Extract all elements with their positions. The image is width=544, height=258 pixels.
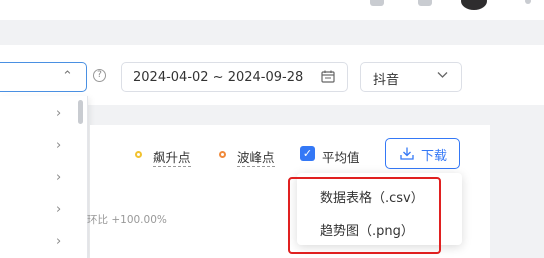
peak-point-legend-dot — [219, 151, 226, 158]
top-bar — [0, 0, 544, 20]
highlight-annotation — [288, 177, 441, 254]
peak-point-legend[interactable]: 波峰点 — [237, 147, 275, 167]
cascader-option[interactable]: › — [0, 234, 76, 254]
chevron-right-icon: › — [56, 138, 62, 153]
average-checkbox[interactable]: ✓ — [300, 146, 315, 161]
surge-point-legend[interactable]: 飙升点 — [153, 147, 191, 167]
calendar-icon — [321, 70, 335, 83]
category-cascader[interactable]: ⌃ — [0, 62, 87, 92]
surge-point-label: 飙升点 — [153, 150, 191, 167]
chevron-right-icon: › — [56, 106, 62, 121]
cascader-option[interactable]: › — [0, 138, 76, 158]
avatar[interactable] — [461, 0, 487, 10]
download-button-label: 下载 — [421, 149, 448, 164]
date-range-picker[interactable]: 2024-04-02 ~ 2024-09-28 — [121, 62, 348, 92]
chevron-right-icon: › — [56, 170, 62, 185]
more-icon[interactable] — [525, 0, 531, 4]
date-range-value: 2024-04-02 ~ 2024-09-28 — [133, 70, 304, 85]
chevron-up-icon: ⌃ — [62, 69, 73, 84]
toolbar-icon[interactable] — [370, 0, 384, 6]
menu-scrollbar[interactable] — [78, 100, 83, 124]
cascader-option[interactable]: › — [0, 106, 76, 126]
download-button[interactable]: 下载 — [385, 138, 460, 169]
chevron-right-icon: › — [56, 234, 62, 249]
cascader-menu: › › › › › — [0, 96, 88, 258]
platform-select[interactable]: 抖音 — [360, 62, 462, 92]
chevron-down-icon — [437, 72, 448, 78]
cascader-option[interactable]: › — [0, 202, 76, 222]
shield-icon[interactable] — [418, 0, 432, 6]
help-icon[interactable]: ? — [93, 69, 106, 82]
chevron-right-icon: › — [56, 202, 62, 217]
change-ratio-text: 环比 +100.00% — [87, 214, 167, 226]
download-icon — [400, 147, 414, 160]
platform-select-value: 抖音 — [373, 73, 400, 88]
cascader-option[interactable]: › — [0, 170, 76, 190]
surge-point-legend-dot — [135, 151, 142, 158]
average-label: 平均值 — [322, 150, 360, 165]
peak-point-label: 波峰点 — [237, 150, 275, 167]
